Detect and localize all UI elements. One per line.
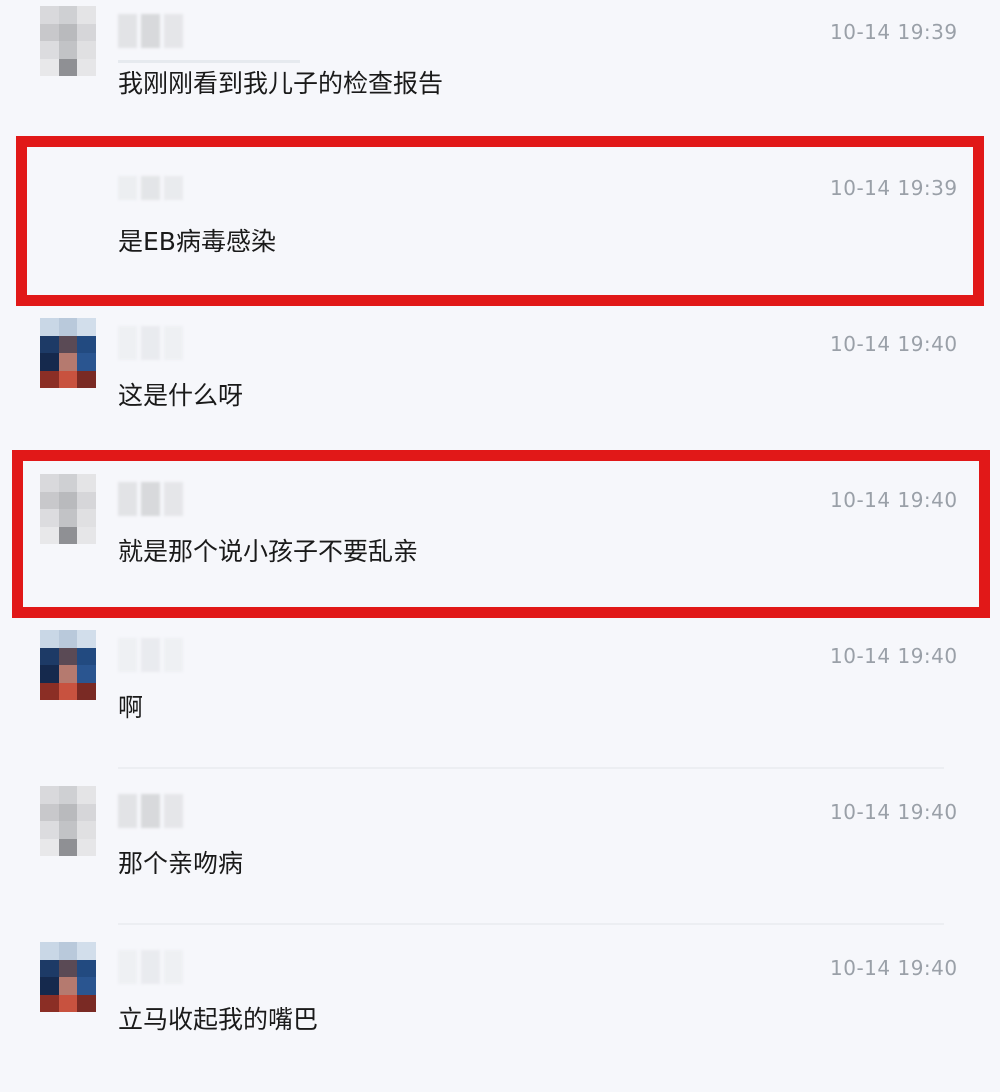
sender-name-blurred (118, 950, 183, 984)
sender-name-blurred (118, 638, 183, 672)
message-timestamp: 10-14 19:40 (830, 488, 958, 512)
message-item[interactable]: 10-14 19:40 这是什么呀 (0, 312, 1000, 468)
message-text: 那个亲吻病 (118, 849, 244, 878)
sender-name-blurred (118, 794, 183, 828)
message-timestamp: 10-14 19:39 (830, 20, 958, 44)
message-timestamp: 10-14 19:39 (830, 176, 958, 200)
sender-name-blurred (118, 176, 183, 200)
message-text: 立马收起我的嘴巴 (118, 1005, 319, 1034)
message-divider (118, 767, 944, 769)
message-timestamp: 10-14 19:40 (830, 956, 958, 980)
message-item[interactable]: 10-14 19:40 啊 (0, 624, 1000, 780)
message-text: 啊 (118, 693, 144, 722)
message-text: 是EB病毒感染 (118, 227, 276, 256)
avatar[interactable] (40, 6, 96, 76)
avatar[interactable] (40, 474, 96, 544)
message-item[interactable]: 10-14 19:40 就是那个说小孩子不要乱亲 (0, 468, 1000, 624)
message-text: 这是什么呀 (118, 381, 244, 410)
message-item[interactable]: 10-14 19:39 是EB病毒感染 (0, 156, 1000, 312)
sender-name-blurred (118, 326, 183, 360)
avatar[interactable] (40, 318, 96, 388)
avatar[interactable] (40, 630, 96, 700)
name-underline (118, 60, 300, 63)
message-timestamp: 10-14 19:40 (830, 644, 958, 668)
message-timestamp: 10-14 19:40 (830, 332, 958, 356)
avatar[interactable] (40, 942, 96, 1012)
message-item[interactable]: 10-14 19:40 立马收起我的嘴巴 (0, 936, 1000, 1092)
sender-name-blurred (118, 14, 183, 48)
message-text: 我刚刚看到我儿子的检查报告 (118, 69, 444, 98)
sender-name-blurred (118, 482, 183, 516)
avatar[interactable] (40, 786, 96, 856)
message-item[interactable]: 10-14 19:39 我刚刚看到我儿子的检查报告 (0, 0, 1000, 156)
message-item[interactable]: 10-14 19:40 那个亲吻病 (0, 780, 1000, 936)
message-text: 就是那个说小孩子不要乱亲 (118, 537, 419, 566)
message-timestamp: 10-14 19:40 (830, 800, 958, 824)
message-divider (118, 923, 944, 925)
chat-message-list: 10-14 19:39 我刚刚看到我儿子的检查报告 10-14 19:39 是E… (0, 0, 1000, 1066)
